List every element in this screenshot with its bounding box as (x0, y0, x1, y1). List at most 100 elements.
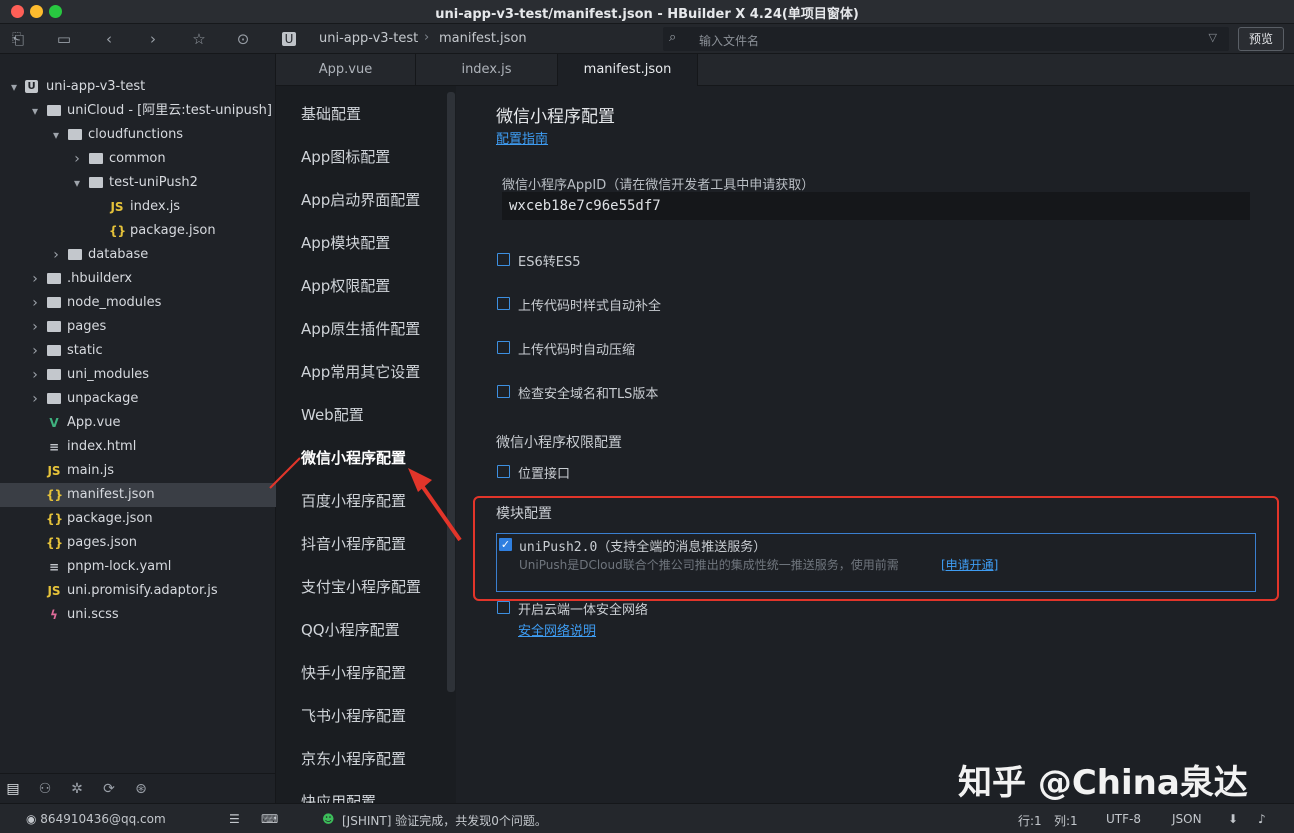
save-icon[interactable]: ▭ (55, 30, 73, 48)
tree-item[interactable]: › database (0, 243, 276, 267)
chevron-down-icon[interactable]: ▾ (29, 99, 41, 123)
chevron-right-icon[interactable]: › (29, 315, 41, 339)
chevron-right-icon[interactable]: › (29, 267, 41, 291)
run-icon[interactable]: ⊙ (234, 30, 252, 48)
tree-item[interactable]: › static (0, 339, 276, 363)
tree-item[interactable]: {} package.json (0, 219, 276, 243)
download-icon[interactable]: ⬇ (1228, 812, 1238, 826)
tree-item[interactable]: › node_modules (0, 291, 276, 315)
tree-item[interactable]: ≡ index.html (0, 435, 276, 459)
encoding[interactable]: UTF-8 (1106, 812, 1141, 826)
git-icon[interactable]: ⟳ (100, 780, 118, 798)
tree-item-label: cloudfunctions (88, 127, 184, 142)
language-mode[interactable]: JSON (1172, 812, 1202, 826)
nav-scrollbar[interactable] (447, 92, 455, 692)
search-icon: ⌕ (669, 30, 677, 45)
filter-icon[interactable]: ▽ (1209, 31, 1217, 44)
chevron-down-icon[interactable]: ▾ (71, 171, 83, 195)
tree-item[interactable]: {} manifest.json (0, 483, 276, 507)
annotation-arrows (269, 457, 462, 542)
nav-item[interactable]: 基础配置 (301, 103, 361, 124)
cursor-column: 列:1 (1054, 814, 1078, 828)
secure-network-link[interactable]: 安全网络说明 (518, 620, 596, 639)
plugin-icon[interactable]: ⊛ (132, 780, 150, 798)
check-domain-checkbox[interactable] (497, 385, 510, 398)
json-file-icon: {} (109, 224, 127, 238)
folder-icon (46, 387, 62, 412)
tree-item[interactable]: {} pages.json (0, 531, 276, 555)
tree-item[interactable]: › uni_modules (0, 363, 276, 387)
es6-checkbox[interactable] (497, 253, 510, 266)
page-title: 微信小程序配置 (496, 107, 615, 127)
notification-icon[interactable]: ♪ (1258, 812, 1266, 826)
nav-item[interactable]: App启动界面配置 (301, 189, 420, 210)
minify-checkbox[interactable] (497, 341, 510, 354)
tree-item[interactable]: ≡ pnpm-lock.yaml (0, 555, 276, 579)
nav-item[interactable]: App原生插件配置 (301, 318, 420, 339)
chevron-right-icon[interactable]: › (50, 243, 62, 267)
location-checkbox[interactable] (497, 465, 510, 478)
tree-item-label: common (109, 151, 166, 166)
tree-item[interactable]: › pages (0, 315, 276, 339)
nav-item[interactable]: App图标配置 (301, 146, 390, 167)
tab-index-js[interactable]: index.js (416, 54, 558, 86)
favorite-icon[interactable]: ☆ (190, 30, 208, 48)
nav-item[interactable]: 快手小程序配置 (301, 662, 406, 683)
nav-item[interactable]: 支付宝小程序配置 (301, 576, 421, 597)
chevron-down-icon[interactable]: ▾ (8, 75, 20, 99)
chevron-right-icon[interactable]: › (29, 363, 41, 387)
tree-item[interactable]: ϟ uni.scss (0, 603, 276, 627)
nav-item[interactable]: QQ小程序配置 (301, 619, 400, 640)
tree-item[interactable]: ▾ test-uniPush2 (0, 171, 276, 195)
tree-item[interactable]: ▾ Uuni-app-v3-test (0, 75, 276, 99)
nav-item[interactable]: App权限配置 (301, 275, 390, 296)
preview-button[interactable]: 预览 (1238, 27, 1284, 51)
terminal-icon[interactable]: ⌨ (261, 812, 278, 826)
tree-item-label: unpackage (67, 391, 139, 406)
nav-item[interactable]: Web配置 (301, 404, 364, 425)
postcss-checkbox[interactable] (497, 297, 510, 310)
chevron-right-icon[interactable]: › (29, 339, 41, 363)
tree-item[interactable]: › unpackage (0, 387, 276, 411)
config-guide-link[interactable]: 配置指南 (496, 128, 548, 147)
chevron-right-icon[interactable]: › (29, 291, 41, 315)
tab-app-vue[interactable]: App.vue (276, 54, 416, 86)
appid-input[interactable]: wxceb18e7c96e55df7 (502, 192, 1250, 220)
user-account[interactable]: ◉ 864910436@qq.com (26, 812, 166, 826)
chevron-right-icon[interactable]: › (29, 387, 41, 411)
tree-item[interactable]: JS main.js (0, 459, 276, 483)
tree-item[interactable]: › common (0, 147, 276, 171)
search-project-icon[interactable]: ⚇ (36, 780, 54, 798)
new-file-icon[interactable]: ⎗ (9, 30, 27, 48)
breadcrumb-file[interactable]: manifest.json (439, 31, 527, 46)
folder-icon (46, 339, 62, 364)
check-domain-label: 检查安全域名和TLS版本 (518, 387, 659, 402)
tree-item[interactable]: › .hbuilderx (0, 267, 276, 291)
vue-file-icon: V (49, 416, 59, 430)
project-manager-icon[interactable]: ▤ (4, 780, 22, 798)
back-icon[interactable]: ‹ (100, 30, 118, 48)
tab-manifest-json[interactable]: manifest.json (558, 54, 698, 86)
nav-item[interactable]: 飞书小程序配置 (301, 705, 406, 726)
nav-item[interactable]: App常用其它设置 (301, 361, 420, 382)
list-icon[interactable]: ☰ (229, 812, 240, 826)
file-search-input[interactable]: ⌕ 输入文件名 ▽ (663, 27, 1229, 51)
tree-item[interactable]: {} package.json (0, 507, 276, 531)
tree-item[interactable]: V App.vue (0, 411, 276, 435)
breadcrumb-project[interactable]: uni-app-v3-test (319, 31, 418, 46)
tree-item[interactable]: ▾ uniCloud - [阿里云:test-unipush] (0, 99, 276, 123)
secure-network-checkbox[interactable] (497, 601, 510, 614)
user-email: 864910436@qq.com (40, 812, 166, 826)
tree-item-label: package.json (130, 223, 216, 238)
tree-item[interactable]: ▾ cloudfunctions (0, 123, 276, 147)
nav-item[interactable]: 京东小程序配置 (301, 748, 406, 769)
forward-icon[interactable]: › (144, 30, 162, 48)
tree-item[interactable]: JS index.js (0, 195, 276, 219)
debug-icon[interactable]: ✲ (68, 780, 86, 798)
chevron-right-icon[interactable]: › (71, 147, 83, 171)
lint-ok-icon: ☻ (322, 812, 335, 826)
nav-item[interactable]: App模块配置 (301, 232, 390, 253)
chevron-down-icon[interactable]: ▾ (50, 123, 62, 147)
tree-item-label: index.js (130, 199, 181, 214)
tree-item[interactable]: JS uni.promisify.adaptor.js (0, 579, 276, 603)
